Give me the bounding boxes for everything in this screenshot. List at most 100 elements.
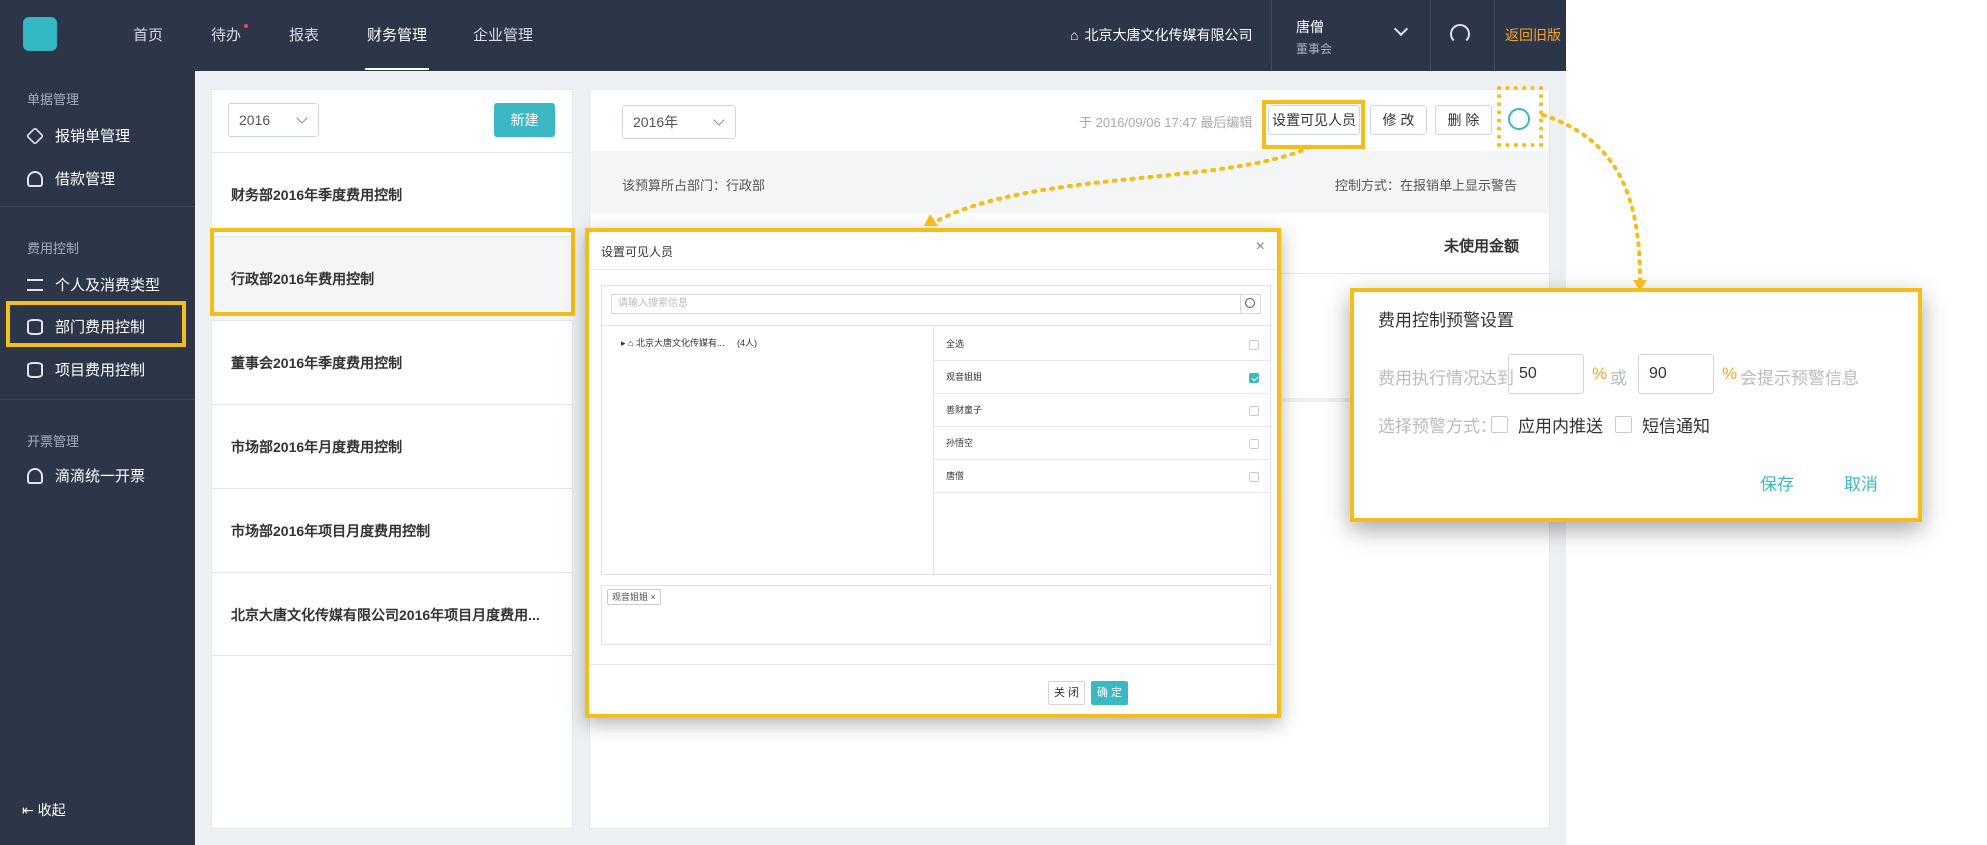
checkbox[interactable] (1249, 439, 1259, 449)
top-navigation-bar: 首页 待办 报表 财务管理 企业管理 ⌂ 北京大唐文化传媒有限公司 唐僧 董事会… (0, 0, 1566, 71)
year-select[interactable]: 2016 (228, 103, 319, 137)
divider (0, 206, 195, 207)
candidate-label: 唐僧 (946, 471, 965, 481)
candidate-list: 全选 观音姐姐 善财童子 孙悟空 唐僧 (934, 328, 1271, 493)
nav-finance[interactable]: 财务管理 (364, 0, 430, 71)
highlight-frame (6, 301, 186, 347)
candidate-row[interactable]: 观音姐姐 (934, 361, 1271, 394)
dialog-title: 设置可见人员 (601, 245, 674, 259)
nav-enterprise[interactable]: 企业管理 (473, 0, 533, 71)
percent-sign: % (1722, 364, 1738, 383)
sidebar-item-didi-invoice[interactable]: 滴滴统一开票 (27, 465, 145, 486)
candidate-label: 善财童子 (946, 405, 983, 415)
candidate-label: 孙悟空 (946, 438, 974, 448)
cost-warning-settings-popup: 费用控制预警设置 费用执行情况达到 50 % 或 90 % 会提示预警信息 选择… (1350, 288, 1922, 522)
caret-right-icon: ▸ (621, 338, 626, 348)
department-label: 该预算所占部门：行政部 (622, 178, 766, 193)
divider (1494, 0, 1495, 71)
threshold-input-2[interactable]: 90 (1638, 354, 1714, 394)
selected-user-tag[interactable]: 观音姐姐 × (607, 589, 661, 605)
cancel-button[interactable]: 取消 (1844, 470, 1878, 495)
candidate-row[interactable]: 唐僧 (934, 460, 1271, 493)
budget-info-bar: 该预算所占部门：行政部 控制方式：在报销单上显示警告 (590, 151, 1549, 213)
database-icon (27, 361, 43, 378)
collapse-sidebar-button[interactable]: ⇤ 收起 (22, 800, 66, 820)
sms-checkbox[interactable] (1615, 416, 1632, 433)
sms-label: 短信通知 (1642, 417, 1710, 436)
sidebar-section-title: 开票管理 (27, 434, 80, 449)
candidate-row[interactable]: 善财童子 (934, 394, 1271, 427)
close-icon[interactable]: × (1256, 238, 1265, 256)
sidebar-item-label: 滴滴统一开票 (55, 468, 146, 485)
user-role: 董事会 (1296, 42, 1333, 56)
sidebar-item-label: 个人及消费类型 (55, 277, 161, 294)
highlight-frame (210, 228, 575, 316)
headset-icon[interactable] (1450, 24, 1470, 44)
or-label: 或 (1610, 369, 1627, 388)
checkbox-checked[interactable] (1249, 373, 1259, 383)
sidebar-item-personal-types[interactable]: 个人及消费类型 (27, 274, 160, 295)
divider (589, 269, 1277, 270)
threshold-label: 费用执行情况达到 (1378, 369, 1514, 388)
search-input[interactable]: 请输入搜索信息 (611, 294, 1241, 314)
company-selector[interactable]: ⌂ 北京大唐文化传媒有限公司 (1070, 0, 1252, 71)
app-logo-icon[interactable] (23, 17, 57, 51)
threshold-suffix: 会提示预警信息 (1740, 369, 1859, 388)
sidebar-item-expense-reports[interactable]: 报销单管理 (25, 125, 131, 146)
set-visible-users-dialog: 设置可见人员 × 请输入搜索信息 ▸ ⌂ 北京大唐文化传媒有... (4人) 全… (585, 228, 1281, 718)
divider (589, 664, 1277, 665)
divider (1430, 0, 1431, 71)
detail-year-select[interactable]: 2016年 (622, 105, 736, 139)
collapse-icon: ⇤ (22, 802, 34, 818)
threshold-input-1[interactable]: 50 (1508, 354, 1584, 394)
checkbox[interactable] (1249, 406, 1259, 416)
confirm-button[interactable]: 确 定 (1091, 681, 1128, 705)
list-item[interactable]: 市场部2016年项目月度费用控制 (211, 488, 573, 572)
selected-users-box (601, 585, 1271, 645)
year-select-value: 2016 (239, 112, 271, 128)
user-name: 唐僧 (1296, 19, 1324, 35)
sidebar: 单据管理 报销单管理 借款管理 费用控制 个人及消费类型 部门费用控制 项目费用… (0, 71, 195, 845)
highlight-frame (1497, 86, 1543, 147)
chevron-down-icon (296, 112, 308, 124)
checkbox[interactable] (1249, 472, 1259, 482)
percent-sign: % (1592, 364, 1608, 383)
back-to-old-version-link[interactable]: 返回旧版 (1505, 0, 1561, 71)
sidebar-item-loans[interactable]: 借款管理 (27, 168, 115, 189)
save-button[interactable]: 保存 (1760, 470, 1794, 495)
sidebar-item-label: 项目费用控制 (55, 362, 146, 379)
nav-todo-label: 待办 (211, 27, 242, 44)
chevron-down-icon (713, 114, 725, 126)
app-push-checkbox[interactable] (1491, 416, 1508, 433)
list-item[interactable]: 北京大唐文化传媒有限公司2016年项目月度费用... (211, 572, 573, 656)
close-button[interactable]: 关 闭 (1048, 681, 1085, 705)
list-item[interactable]: 财务部2016年季度费用控制 (211, 152, 573, 236)
new-button[interactable]: 新建 (494, 103, 555, 137)
chevron-down-icon[interactable] (1393, 21, 1409, 37)
sidebar-item-label: 借款管理 (55, 171, 116, 188)
method-label: 选择预警方式： (1378, 417, 1497, 436)
checkbox[interactable] (1249, 340, 1259, 350)
sidebar-item-project-cost-control[interactable]: 项目费用控制 (27, 359, 145, 380)
divider (0, 399, 195, 400)
collapse-label: 收起 (37, 802, 66, 818)
control-mode-label: 控制方式：在报销单上显示警告 (1334, 178, 1517, 193)
org-tree-node[interactable]: ▸ ⌂ 北京大唐文化传媒有... (4人) (621, 336, 757, 349)
candidate-row[interactable]: 孙悟空 (934, 427, 1271, 460)
remove-tag-icon[interactable]: × (651, 592, 656, 602)
sidebar-item-label: 报销单管理 (55, 128, 131, 145)
nav-home[interactable]: 首页 (133, 0, 163, 71)
list-item[interactable]: 董事会2016年季度费用控制 (211, 320, 573, 404)
detail-year-value: 2016年 (633, 114, 679, 130)
sidebar-section-title: 单据管理 (27, 92, 80, 107)
edit-button[interactable]: 修 改 (1370, 105, 1427, 135)
delete-button[interactable]: 删 除 (1435, 105, 1492, 135)
nav-todo[interactable]: 待办 (211, 0, 249, 71)
layers-icon (25, 126, 45, 145)
candidate-select-all[interactable]: 全选 (934, 328, 1271, 361)
nav-reports[interactable]: 报表 (289, 0, 319, 71)
company-name: 北京大唐文化传媒有限公司 (1084, 27, 1253, 43)
user-menu[interactable]: 唐僧 董事会 (1296, 17, 1332, 57)
search-icon[interactable] (1241, 294, 1261, 314)
list-item[interactable]: 市场部2016年月度费用控制 (211, 404, 573, 488)
